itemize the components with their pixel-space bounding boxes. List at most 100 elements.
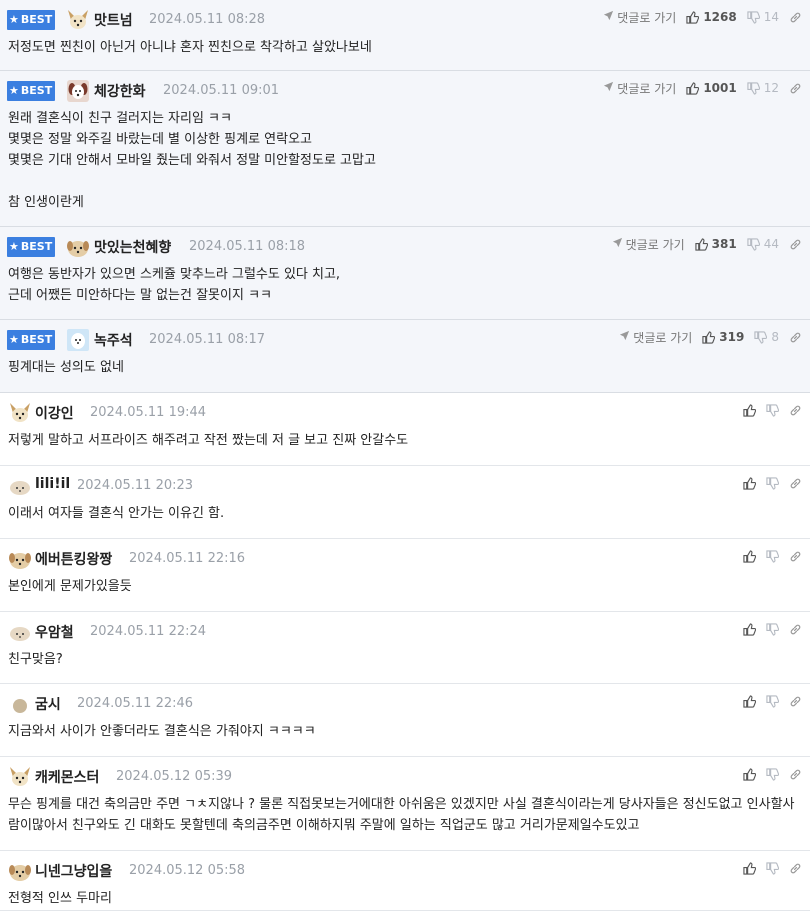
comment-text: 무슨 핑계를 대건 축의금만 주면 ㄱㅊ지않나 ? 물론 직접못보는거에대한 아… bbox=[8, 797, 795, 833]
avatar[interactable] bbox=[66, 8, 90, 32]
comment-text: 전형적 인쓰 두마리 bbox=[8, 891, 112, 906]
dislike-button[interactable]: 44 bbox=[747, 237, 779, 251]
comment: 굼시 2024.05.11 22:46 지금와서 사이가 안좋더라도 결혼식은 가줘… bbox=[0, 684, 810, 757]
comment-text: 본인에게 문제가있을듯 bbox=[8, 579, 132, 594]
dislike-button[interactable] bbox=[766, 622, 779, 636]
comment-actions: 댓글로 가기 319 8 bbox=[619, 328, 802, 346]
timestamp: 2024.05.11 08:18 bbox=[189, 239, 306, 254]
nickname[interactable]: 니넨그냥입을 bbox=[35, 861, 112, 881]
comment-actions bbox=[733, 765, 802, 783]
arrow-icon bbox=[603, 81, 617, 95]
link-icon bbox=[789, 404, 802, 417]
timestamp: 2024.05.11 08:17 bbox=[149, 332, 266, 347]
avatar[interactable] bbox=[66, 328, 90, 352]
like-button[interactable]: 1268 bbox=[686, 10, 737, 24]
like-button[interactable]: 1001 bbox=[686, 81, 737, 95]
nickname[interactable]: 맛트넘 bbox=[94, 10, 133, 30]
share-link-button[interactable] bbox=[789, 82, 802, 95]
goto-label: 댓글로 가기 bbox=[633, 330, 693, 345]
goto-comment-link[interactable]: 댓글로 가기 bbox=[619, 329, 692, 346]
nickname[interactable]: lili!il bbox=[35, 476, 70, 492]
comment-header: ★ BEST 녹주석 2024.05.11 08:17 댓글로 가기 319 8 bbox=[0, 320, 810, 354]
avatar[interactable] bbox=[66, 235, 90, 259]
avatar[interactable] bbox=[8, 547, 32, 571]
link-icon bbox=[789, 11, 802, 24]
comment-actions bbox=[733, 859, 802, 877]
thumbs-down-icon bbox=[766, 861, 779, 875]
dislike-count: 12 bbox=[763, 81, 779, 95]
goto-comment-link[interactable]: 댓글로 가기 bbox=[603, 80, 676, 97]
link-icon bbox=[789, 331, 802, 344]
avatar[interactable] bbox=[8, 692, 32, 716]
share-link-button[interactable] bbox=[789, 862, 802, 875]
thumbs-down-icon bbox=[766, 622, 779, 636]
goto-comment-link[interactable]: 댓글로 가기 bbox=[603, 9, 676, 26]
goto-comment-link[interactable]: 댓글로 가기 bbox=[612, 236, 685, 253]
share-link-button[interactable] bbox=[789, 238, 802, 251]
avatar[interactable] bbox=[8, 474, 32, 498]
best-label: BEST bbox=[20, 13, 53, 26]
comment-actions bbox=[733, 692, 802, 710]
dislike-button[interactable] bbox=[766, 861, 779, 875]
avatar[interactable] bbox=[8, 859, 32, 883]
share-link-button[interactable] bbox=[789, 11, 802, 24]
timestamp: 2024.05.11 22:24 bbox=[90, 624, 207, 639]
comment-list: ★ BEST 맛트넘 2024.05.11 08:28 댓글로 가기 1268 14 저정도면… bbox=[0, 0, 810, 911]
comment: 캐케몬스터 2024.05.12 05:39 무슨 핑계를 대건 축의금만 주면 ㄱ… bbox=[0, 757, 810, 851]
star-icon: ★ bbox=[9, 240, 19, 253]
link-icon bbox=[789, 862, 802, 875]
avatar[interactable] bbox=[8, 765, 32, 789]
dislike-button[interactable] bbox=[766, 549, 779, 563]
link-icon bbox=[789, 82, 802, 95]
timestamp: 2024.05.12 05:58 bbox=[129, 863, 246, 878]
thumbs-up-icon bbox=[743, 694, 756, 708]
nickname[interactable]: 에버튼킹왕짱 bbox=[35, 549, 112, 569]
like-button[interactable] bbox=[743, 694, 756, 708]
thumbs-down-icon bbox=[766, 403, 779, 417]
nickname[interactable]: 체강한화 bbox=[94, 81, 146, 101]
comment: 우암철 2024.05.11 22:24 친구맞음? bbox=[0, 612, 810, 684]
dislike-button[interactable]: 14 bbox=[747, 10, 779, 24]
share-link-button[interactable] bbox=[789, 695, 802, 708]
thumbs-down-icon bbox=[747, 10, 760, 24]
dislike-button[interactable]: 12 bbox=[747, 81, 779, 95]
thumbs-up-icon bbox=[686, 10, 700, 24]
dislike-button[interactable] bbox=[766, 694, 779, 708]
nickname[interactable]: 녹주석 bbox=[94, 330, 133, 350]
share-link-button[interactable] bbox=[789, 477, 802, 490]
thumbs-down-icon bbox=[747, 81, 760, 95]
share-link-button[interactable] bbox=[789, 550, 802, 563]
dislike-button[interactable] bbox=[766, 767, 779, 781]
link-icon bbox=[789, 477, 802, 490]
share-link-button[interactable] bbox=[789, 623, 802, 636]
dislike-button[interactable] bbox=[766, 403, 779, 417]
like-button[interactable] bbox=[743, 861, 756, 875]
like-button[interactable]: 319 bbox=[702, 330, 744, 344]
avatar[interactable] bbox=[66, 79, 90, 103]
like-button[interactable] bbox=[743, 549, 756, 563]
thumbs-down-icon bbox=[766, 694, 779, 708]
nickname[interactable]: 맛있는천혜향 bbox=[94, 237, 171, 257]
share-link-button[interactable] bbox=[789, 404, 802, 417]
best-comment: ★ BEST 체강한화 2024.05.11 09:01 댓글로 가기 1001 12 원래 … bbox=[0, 71, 810, 227]
dislike-button[interactable]: 8 bbox=[754, 330, 779, 344]
nickname[interactable]: 굼시 bbox=[35, 694, 61, 714]
share-link-button[interactable] bbox=[789, 331, 802, 344]
nickname[interactable]: 우암철 bbox=[35, 622, 74, 642]
like-button[interactable] bbox=[743, 476, 756, 490]
timestamp: 2024.05.11 19:44 bbox=[90, 405, 207, 420]
nickname[interactable]: 캐케몬스터 bbox=[35, 767, 99, 787]
share-link-button[interactable] bbox=[789, 768, 802, 781]
avatar[interactable] bbox=[8, 401, 32, 425]
dislike-button[interactable] bbox=[766, 476, 779, 490]
timestamp: 2024.05.11 22:46 bbox=[77, 696, 194, 711]
thumbs-down-icon bbox=[754, 330, 768, 344]
like-button[interactable] bbox=[743, 767, 756, 781]
comment-header: ★ BEST 맛트넘 2024.05.11 08:28 댓글로 가기 1268 14 bbox=[0, 0, 810, 34]
avatar[interactable] bbox=[8, 620, 32, 644]
nickname[interactable]: 이강인 bbox=[35, 403, 74, 423]
like-button[interactable]: 381 bbox=[695, 237, 737, 251]
comment-actions: 댓글로 가기 1268 14 bbox=[603, 8, 802, 26]
like-button[interactable] bbox=[743, 622, 756, 636]
like-button[interactable] bbox=[743, 403, 756, 417]
